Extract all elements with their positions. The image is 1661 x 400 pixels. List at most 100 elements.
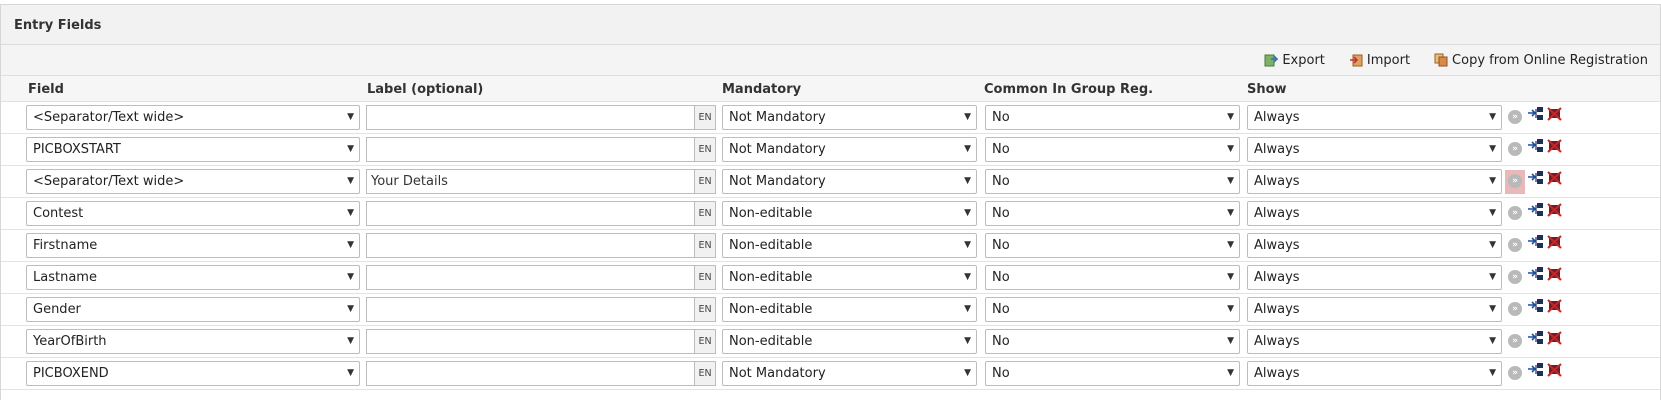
- language-button[interactable]: EN: [694, 201, 716, 226]
- show-select-value: Always: [1254, 238, 1300, 253]
- label-input[interactable]: [366, 105, 694, 130]
- move-forward-button[interactable]: »: [1505, 298, 1525, 322]
- chevron-down-icon: ▼: [1489, 144, 1496, 154]
- common-group-reg-select[interactable]: No ▼: [985, 297, 1240, 322]
- chevron-down-icon: ▼: [1489, 176, 1496, 186]
- chevron-down-icon: ▼: [347, 272, 354, 282]
- insert-field-button[interactable]: [1527, 330, 1545, 351]
- mandatory-select[interactable]: Non-editable ▼: [722, 265, 977, 290]
- delete-field-button[interactable]: [1547, 234, 1563, 255]
- delete-field-button[interactable]: [1547, 138, 1563, 159]
- common-group-reg-select[interactable]: No ▼: [985, 137, 1240, 162]
- common-group-reg-select[interactable]: No ▼: [985, 361, 1240, 386]
- table-row: Firstname ▼ EN Non-editable ▼ No ▼ Alway…: [1, 230, 1660, 262]
- language-button[interactable]: EN: [694, 361, 716, 386]
- mandatory-select[interactable]: Not Mandatory ▼: [722, 169, 977, 194]
- language-button[interactable]: EN: [694, 137, 716, 162]
- grid-header: Field Label (optional) Mandatory Common …: [1, 76, 1660, 102]
- language-button[interactable]: EN: [694, 297, 716, 322]
- mandatory-select[interactable]: Not Mandatory ▼: [722, 137, 977, 162]
- insert-field-button[interactable]: [1527, 266, 1545, 287]
- label-input[interactable]: [366, 361, 694, 386]
- label-input[interactable]: [366, 137, 694, 162]
- insert-field-button[interactable]: [1527, 138, 1545, 159]
- move-forward-button[interactable]: »: [1505, 330, 1525, 354]
- field-select[interactable]: Contest ▼: [26, 201, 360, 226]
- chevron-down-icon: ▼: [964, 112, 971, 122]
- delete-field-button[interactable]: [1547, 330, 1563, 351]
- mandatory-select[interactable]: Not Mandatory ▼: [722, 105, 977, 130]
- insert-field-button[interactable]: [1527, 170, 1545, 191]
- delete-field-button[interactable]: [1547, 202, 1563, 223]
- show-select[interactable]: Always ▼: [1247, 329, 1502, 354]
- show-select[interactable]: Always ▼: [1247, 201, 1502, 226]
- show-select[interactable]: Always ▼: [1247, 361, 1502, 386]
- show-select[interactable]: Always ▼: [1247, 105, 1502, 130]
- label-input[interactable]: [366, 297, 694, 322]
- delete-field-button[interactable]: [1547, 298, 1563, 319]
- field-select[interactable]: <Separator/Text wide> ▼: [26, 169, 360, 194]
- label-input[interactable]: [366, 201, 694, 226]
- move-forward-button[interactable]: »: [1505, 170, 1525, 194]
- mandatory-select[interactable]: Non-editable ▼: [722, 201, 977, 226]
- delete-field-button[interactable]: [1547, 362, 1563, 383]
- field-select[interactable]: Gender ▼: [26, 297, 360, 322]
- move-forward-button[interactable]: »: [1505, 266, 1525, 290]
- header-field: Field: [28, 82, 64, 97]
- tree-insert-icon: [1528, 203, 1543, 216]
- insert-field-button[interactable]: [1527, 202, 1545, 223]
- move-forward-button[interactable]: »: [1505, 202, 1525, 226]
- language-button[interactable]: EN: [694, 233, 716, 258]
- insert-field-button[interactable]: [1527, 234, 1545, 255]
- show-select-value: Always: [1254, 270, 1300, 285]
- move-forward-button[interactable]: »: [1505, 138, 1525, 162]
- chevron-down-icon: ▼: [1489, 208, 1496, 218]
- insert-field-button[interactable]: [1527, 298, 1545, 319]
- move-forward-button[interactable]: »: [1505, 106, 1525, 130]
- insert-field-button[interactable]: [1527, 362, 1545, 383]
- common-group-reg-select[interactable]: No ▼: [985, 201, 1240, 226]
- mandatory-select[interactable]: Non-editable ▼: [722, 233, 977, 258]
- move-forward-button[interactable]: »: [1505, 234, 1525, 258]
- show-select[interactable]: Always ▼: [1247, 233, 1502, 258]
- export-button[interactable]: Export: [1264, 53, 1325, 68]
- show-select[interactable]: Always ▼: [1247, 169, 1502, 194]
- import-button[interactable]: Import: [1349, 53, 1410, 68]
- common-group-reg-select[interactable]: No ▼: [985, 265, 1240, 290]
- field-select[interactable]: Lastname ▼: [26, 265, 360, 290]
- common-group-reg-select[interactable]: No ▼: [985, 169, 1240, 194]
- common-group-reg-select[interactable]: No ▼: [985, 105, 1240, 130]
- show-select[interactable]: Always ▼: [1247, 137, 1502, 162]
- field-select-value: Lastname: [33, 270, 97, 285]
- label-input[interactable]: [366, 329, 694, 354]
- field-select[interactable]: YearOfBirth ▼: [26, 329, 360, 354]
- delete-field-button[interactable]: [1547, 170, 1563, 191]
- field-select[interactable]: Firstname ▼: [26, 233, 360, 258]
- tree-insert-icon: [1528, 267, 1543, 280]
- delete-field-button[interactable]: [1547, 266, 1563, 287]
- move-forward-button[interactable]: »: [1505, 362, 1525, 386]
- language-button[interactable]: EN: [694, 329, 716, 354]
- show-select[interactable]: Always ▼: [1247, 265, 1502, 290]
- language-button[interactable]: EN: [694, 169, 716, 194]
- common-group-reg-select[interactable]: No ▼: [985, 329, 1240, 354]
- label-input[interactable]: [366, 233, 694, 258]
- field-select[interactable]: <Separator/Text wide> ▼: [26, 105, 360, 130]
- field-select[interactable]: PICBOXEND ▼: [26, 361, 360, 386]
- label-input[interactable]: [366, 265, 694, 290]
- field-select[interactable]: PICBOXSTART ▼: [26, 137, 360, 162]
- common-group-reg-select[interactable]: No ▼: [985, 233, 1240, 258]
- language-button[interactable]: EN: [694, 105, 716, 130]
- mandatory-select[interactable]: Non-editable ▼: [722, 297, 977, 322]
- label-input[interactable]: Your Details: [366, 169, 694, 194]
- double-chevron-right-icon: »: [1508, 110, 1522, 124]
- mandatory-select[interactable]: Not Mandatory ▼: [722, 361, 977, 386]
- insert-field-button[interactable]: [1527, 106, 1545, 127]
- common-select-value: No: [992, 238, 1010, 253]
- chevron-down-icon: ▼: [1489, 304, 1496, 314]
- delete-field-button[interactable]: [1547, 106, 1563, 127]
- mandatory-select[interactable]: Non-editable ▼: [722, 329, 977, 354]
- copy-from-online-registration-button[interactable]: Copy from Online Registration: [1434, 53, 1648, 68]
- language-button[interactable]: EN: [694, 265, 716, 290]
- show-select[interactable]: Always ▼: [1247, 297, 1502, 322]
